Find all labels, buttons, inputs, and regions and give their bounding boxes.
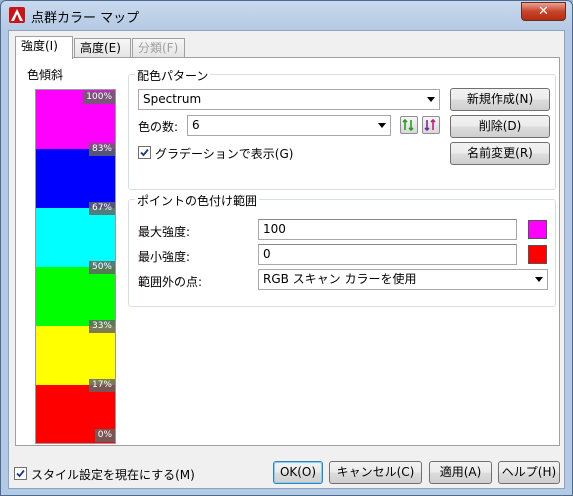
- rename-scheme-button[interactable]: 名前変更(R): [450, 142, 550, 165]
- dialog-window: 点群カラー マップ ✕ 強度(I) 高度(E) 分類(F) 色傾斜 100% 8…: [0, 0, 573, 496]
- max-intensity-field[interactable]: 100: [258, 219, 517, 240]
- apply-button[interactable]: 適用(A): [429, 461, 492, 484]
- percent-label: 83%: [88, 143, 115, 156]
- percent-label: 17%: [88, 379, 115, 392]
- sort-descending-button[interactable]: [422, 116, 440, 134]
- gradient-band: 83%: [36, 143, 115, 208]
- percent-label: 0%: [94, 429, 115, 442]
- color-count-label: 色の数:: [138, 120, 179, 134]
- chevron-down-icon: [427, 97, 435, 102]
- sort-ascending-button[interactable]: [400, 116, 418, 134]
- set-current-style-label[interactable]: スタイル設定を現在にする(M): [31, 466, 195, 483]
- outside-range-dropdown[interactable]: RGB スキャン カラーを使用: [258, 269, 548, 290]
- percent-label: 33%: [88, 320, 115, 333]
- gradient-band: 17% 0%: [36, 379, 115, 443]
- chevron-down-icon: [378, 123, 386, 128]
- outside-range-label: 範囲外の点:: [138, 275, 203, 289]
- gradient-display-label[interactable]: グラデーションで表示(G): [155, 145, 293, 162]
- delete-scheme-button[interactable]: 削除(D): [450, 115, 550, 138]
- color-scheme-group: 配色パターン Spectrum 色の数: 6 グラデーションで表示(G) 新規作…: [128, 67, 556, 190]
- outside-range-value: RGB スキャン カラーを使用: [263, 272, 417, 286]
- gradient-display-checkbox[interactable]: [138, 146, 151, 159]
- tab-classification: 分類(F): [132, 38, 185, 58]
- set-current-style-checkbox[interactable]: [14, 467, 27, 480]
- color-range-group: ポイントの色付け範囲 最大強度: 100 最小強度: 0 範囲外の点: RGB …: [128, 192, 556, 307]
- gradient-group: 色傾斜 100% 83% 67% 50% 33% 17% 0%: [21, 68, 119, 445]
- scheme-dropdown[interactable]: Spectrum: [138, 89, 440, 110]
- help-button[interactable]: ヘルプ(H): [498, 461, 560, 484]
- chevron-down-icon: [535, 277, 543, 282]
- new-scheme-button[interactable]: 新規作成(N): [450, 88, 550, 111]
- percent-label: 67%: [88, 202, 115, 215]
- min-color-swatch[interactable]: [528, 245, 547, 264]
- autocad-app-icon: [9, 7, 25, 23]
- max-intensity-label: 最大強度:: [138, 225, 191, 239]
- close-button[interactable]: ✕: [521, 2, 566, 21]
- color-gradient-preview: 100% 83% 67% 50% 33% 17% 0%: [35, 89, 116, 444]
- checkmark-icon: [140, 148, 149, 157]
- title-bar[interactable]: 点群カラー マップ ✕: [1, 1, 572, 29]
- gradient-band: 50%: [36, 261, 115, 326]
- cancel-button[interactable]: キャンセル(C): [329, 461, 422, 484]
- ok-button[interactable]: OK(O): [273, 461, 323, 484]
- window-title: 点群カラー マップ: [31, 11, 140, 26]
- checkmark-icon: [16, 469, 25, 478]
- sort-descending-icon: [424, 118, 436, 132]
- gradient-band: 100%: [36, 90, 115, 149]
- percent-label: 50%: [88, 261, 115, 274]
- max-color-swatch[interactable]: [528, 220, 547, 239]
- color-scheme-group-title: 配色パターン: [135, 67, 211, 84]
- scheme-dropdown-value: Spectrum: [143, 92, 202, 106]
- gradient-band: 33%: [36, 320, 115, 385]
- min-intensity-field[interactable]: 0: [258, 244, 517, 265]
- gradient-band: 67%: [36, 202, 115, 267]
- color-count-dropdown[interactable]: 6: [187, 115, 391, 136]
- sort-ascending-icon: [402, 118, 414, 132]
- gradient-group-title: 色傾斜: [27, 68, 64, 82]
- color-range-group-title: ポイントの色付け範囲: [135, 192, 260, 209]
- tab-intensity[interactable]: 強度(I): [15, 36, 73, 59]
- tab-elevation[interactable]: 高度(E): [74, 38, 131, 58]
- color-count-value: 6: [192, 118, 200, 132]
- dialog-client-area: 強度(I) 高度(E) 分類(F) 色傾斜 100% 83% 67% 50% 3…: [8, 30, 565, 489]
- percent-label: 100%: [83, 91, 115, 104]
- intensity-tab-panel: 色傾斜 100% 83% 67% 50% 33% 17% 0% 配色パターン Sp…: [15, 57, 560, 446]
- min-intensity-label: 最小強度:: [138, 250, 191, 264]
